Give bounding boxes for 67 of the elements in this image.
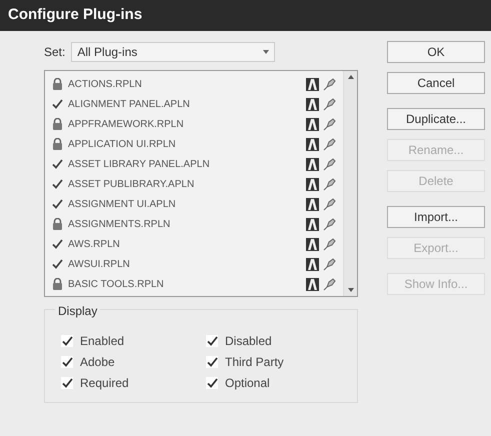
window-title: Configure Plug-ins: [8, 5, 142, 26]
plug-icon: [323, 277, 337, 291]
option-checkbox[interactable]: Adobe: [61, 353, 206, 371]
plugin-row[interactable]: ASSET PUBLIBRARY.APLN: [45, 174, 343, 194]
plugin-row[interactable]: AWSUI.RPLN: [45, 254, 343, 274]
checkmark-icon: [52, 159, 63, 169]
set-label: Set:: [44, 44, 66, 61]
logo-icon: [306, 118, 319, 130]
option-checkbox[interactable]: Enabled: [61, 332, 206, 350]
logo-icon: [306, 258, 319, 270]
plugin-row[interactable]: BASIC TOOLS.RPLN: [45, 274, 343, 294]
option-checkbox[interactable]: Required: [61, 374, 206, 392]
checkmark-icon: [52, 99, 63, 109]
plugin-row[interactable]: AWS.RPLN: [45, 234, 343, 254]
plug-icon: [323, 197, 337, 211]
option-checkbox[interactable]: Optional: [206, 374, 357, 392]
option-checkbox[interactable]: Disabled: [206, 332, 357, 350]
lock-icon: [52, 278, 63, 290]
lock-icon: [52, 78, 63, 90]
plugin-row[interactable]: APPFRAMEWORK.RPLN: [45, 114, 343, 134]
checkmark-icon: [206, 336, 218, 346]
checkmark-icon: [206, 357, 218, 367]
logo-icon: [306, 138, 319, 150]
logo-icon: [306, 218, 319, 230]
checkmark-icon: [62, 378, 72, 388]
plug-icon: [323, 137, 337, 151]
scrollbar[interactable]: [343, 71, 357, 296]
plug-icon: [323, 217, 337, 231]
plug-icon: [323, 257, 337, 271]
plugin-row[interactable]: ASSET LIBRARY PANEL.APLN: [45, 154, 343, 174]
dialog-button[interactable]: Duplicate...: [387, 108, 485, 130]
checkmark-icon: [52, 199, 63, 209]
dialog-button[interactable]: Import...: [387, 206, 485, 228]
plugin-row[interactable]: ACTIONS.RPLN: [45, 74, 343, 94]
plugin-row[interactable]: APPLICATION UI.RPLN: [45, 134, 343, 154]
plug-icon: [323, 177, 337, 191]
checkmark-icon: [206, 378, 218, 388]
plug-icon: [323, 77, 337, 91]
lock-icon: [52, 138, 63, 150]
logo-icon: [306, 98, 319, 110]
checkmark-icon: [62, 357, 72, 367]
logo-icon: [306, 178, 319, 190]
logo-icon: [306, 278, 319, 290]
plug-icon: [323, 97, 337, 111]
logo-icon: [306, 198, 319, 210]
scroll-up-icon[interactable]: [348, 75, 354, 79]
plug-icon: [323, 157, 337, 171]
dialog-button[interactable]: OK: [387, 41, 485, 63]
checkmark-icon: [52, 179, 63, 189]
logo-icon: [306, 238, 319, 250]
checkmark-icon: [52, 239, 63, 249]
checkmark-icon: [62, 336, 72, 346]
dialog-button[interactable]: Cancel: [387, 72, 485, 94]
set-dropdown[interactable]: All Plug-ins: [71, 42, 276, 62]
plugin-row[interactable]: ALIGNMENT PANEL.APLN: [45, 94, 343, 114]
checkmark-icon: [52, 259, 63, 269]
logo-icon: [306, 78, 319, 90]
option-checkbox[interactable]: Third Party: [206, 353, 357, 371]
dropdown-arrow-icon: [263, 50, 270, 54]
plugin-row[interactable]: ASSIGNMENTS.RPLN: [45, 214, 343, 234]
logo-icon: [306, 158, 319, 170]
lock-icon: [52, 218, 63, 230]
plug-icon: [323, 117, 337, 131]
scroll-down-icon[interactable]: [348, 288, 354, 292]
plug-icon: [323, 237, 337, 251]
plugin-row[interactable]: ASSIGNMENT UI.APLN: [45, 194, 343, 214]
lock-icon: [52, 118, 63, 130]
